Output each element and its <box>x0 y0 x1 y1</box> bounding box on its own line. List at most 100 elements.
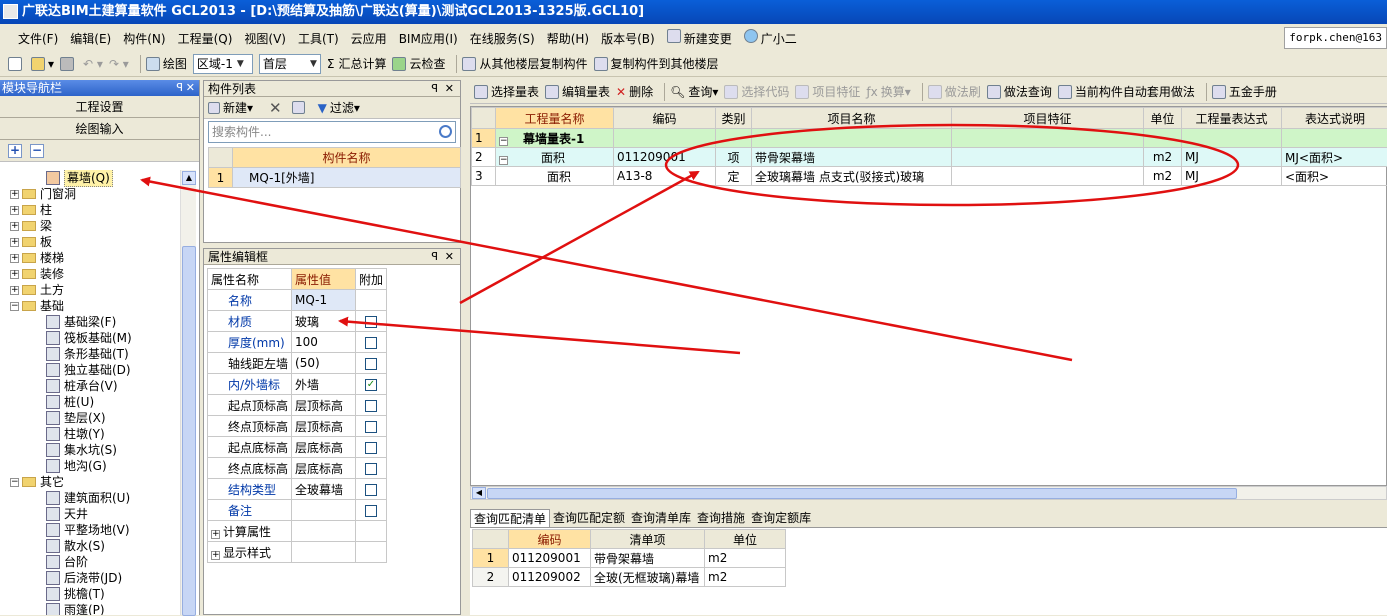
select-code-button[interactable]: 选择代码 <box>724 82 789 102</box>
cell-name[interactable]: −面积 <box>496 148 614 167</box>
edit-qty-button[interactable]: 编辑量表 <box>545 82 610 102</box>
tree-folder[interactable]: +柱 <box>10 202 52 218</box>
tree-item[interactable]: 垫层(X) <box>46 410 106 426</box>
table-row[interactable]: 1 MQ-1[外墙] <box>209 168 461 188</box>
property-value[interactable]: MQ-1 <box>292 290 356 311</box>
filter-button[interactable]: ▼过滤▾ <box>318 98 360 118</box>
component-name[interactable]: MQ-1[外墙] <box>233 168 461 188</box>
cell-unit[interactable]: m2 <box>705 568 786 587</box>
property-row[interactable]: 终点顶标高层顶标高 <box>208 416 387 437</box>
property-row[interactable]: 名称MQ-1 <box>208 290 387 311</box>
expand-all-icon[interactable]: + <box>8 144 22 158</box>
expand-icon[interactable]: + <box>10 286 19 295</box>
property-value[interactable]: 层顶标高 <box>292 416 356 437</box>
menu-edit[interactable]: 编辑(E) <box>64 30 117 47</box>
menu-version[interactable]: 版本号(B) <box>595 30 661 47</box>
cell-feature[interactable] <box>952 167 1144 186</box>
checkbox[interactable] <box>365 316 377 328</box>
checkbox[interactable] <box>365 484 377 496</box>
method-query-button[interactable]: 做法查询 <box>987 82 1052 102</box>
property-value[interactable]: 层顶标高 <box>292 395 356 416</box>
expand-icon[interactable]: + <box>10 206 19 215</box>
scroll-thumb[interactable] <box>487 488 1237 499</box>
tree-item[interactable]: 独立基础(D) <box>46 362 131 378</box>
property-value[interactable]: 全玻幕墙 <box>292 479 356 500</box>
cell-expr[interactable]: MJ <box>1182 148 1282 167</box>
search-icon[interactable] <box>439 125 452 138</box>
draw-button[interactable]: 绘图 <box>146 54 187 74</box>
tree-item[interactable]: 台阶 <box>46 554 88 570</box>
tree-folder[interactable]: +土方 <box>10 282 64 298</box>
column-header[interactable]: 编码 <box>614 108 716 129</box>
checkbox[interactable]: ✓ <box>365 379 377 391</box>
user-account[interactable]: forpk.chen@163 <box>1284 27 1387 49</box>
tree-item[interactable]: 地沟(G) <box>46 458 107 474</box>
close-icon[interactable]: ✕ <box>445 81 454 97</box>
cell-code[interactable] <box>614 129 716 148</box>
drawing-input-button[interactable]: 绘图输入 <box>0 118 199 140</box>
menu-quantity[interactable]: 工程量(Q) <box>172 30 239 47</box>
menu-file[interactable]: 文件(F) <box>12 30 64 47</box>
delete-button[interactable]: ✕删除 <box>616 82 653 102</box>
column-header[interactable]: 类别 <box>716 108 752 129</box>
table-row[interactable]: 1011209001带骨架幕墙m2 <box>473 549 786 568</box>
property-value[interactable]: 玻璃 <box>292 311 356 332</box>
property-row[interactable]: 内/外墙标外墙✓ <box>208 374 387 395</box>
menu-help[interactable]: 帮助(H) <box>541 30 595 47</box>
tab-list-library[interactable]: 查询清单库 <box>628 509 694 527</box>
collapse-icon[interactable]: − <box>499 156 508 165</box>
property-value[interactable]: 层底标高 <box>292 437 356 458</box>
property-group-row[interactable]: +显示样式 <box>208 542 387 563</box>
cell-type[interactable]: 项 <box>716 148 752 167</box>
column-header[interactable]: 表达式说明 <box>1282 108 1387 129</box>
property-value[interactable]: 层底标高 <box>292 458 356 479</box>
menu-new-change[interactable]: 新建变更 <box>661 29 738 47</box>
select-qty-button[interactable]: 选择量表 <box>474 82 539 102</box>
tree-item[interactable]: 后浇带(JD) <box>46 570 122 586</box>
column-header[interactable]: 构件名称 <box>233 148 461 168</box>
tab-match-quota[interactable]: 查询匹配定额 <box>550 509 628 527</box>
property-value[interactable] <box>292 500 356 521</box>
cell-code[interactable]: 011209001 <box>614 148 716 167</box>
close-icon[interactable]: ✕ <box>186 80 195 96</box>
column-header[interactable]: 单位 <box>705 530 786 549</box>
horizontal-scrollbar[interactable]: ◀ <box>470 486 1387 500</box>
menu-cloud[interactable]: 云应用 <box>345 30 393 47</box>
checkbox[interactable] <box>365 358 377 370</box>
cell-code[interactable]: A13-8 <box>614 167 716 186</box>
tree-item[interactable]: 桩(U) <box>46 394 94 410</box>
property-group[interactable]: +计算属性 <box>208 521 292 542</box>
expand-icon[interactable]: + <box>10 222 19 231</box>
property-row[interactable]: 轴线距左墙(50) <box>208 353 387 374</box>
expand-icon[interactable]: + <box>10 238 19 247</box>
tree-folder[interactable]: −其它 <box>10 474 64 490</box>
property-group-row[interactable]: +计算属性 <box>208 521 387 542</box>
collapse-all-icon[interactable]: − <box>30 144 44 158</box>
cell-expr[interactable] <box>1182 129 1282 148</box>
column-header[interactable]: 项目名称 <box>752 108 952 129</box>
column-header[interactable]: 项目特征 <box>952 108 1144 129</box>
item-feature-button[interactable]: 项目特征 <box>795 82 860 102</box>
cell-item[interactable]: 带骨架幕墙 <box>752 148 952 167</box>
cell-feature[interactable] <box>952 129 1144 148</box>
undo-button[interactable]: ↶ ▾ <box>83 54 103 74</box>
property-value[interactable]: 100 <box>292 332 356 353</box>
checkbox[interactable] <box>365 400 377 412</box>
area-select[interactable]: 区域-1▼ <box>193 54 253 74</box>
tree-item[interactable]: 基础梁(F) <box>46 314 116 330</box>
column-header[interactable]: 单位 <box>1144 108 1182 129</box>
cell-desc[interactable]: MJ<面积> <box>1282 148 1387 167</box>
expand-icon[interactable]: + <box>10 254 19 263</box>
tree-folder[interactable]: +楼梯 <box>10 250 64 266</box>
tree-item[interactable]: 天井 <box>46 506 88 522</box>
property-row[interactable]: 材质玻璃 <box>208 311 387 332</box>
project-settings-button[interactable]: 工程设置 <box>0 96 199 118</box>
new-file-button[interactable] <box>8 54 25 74</box>
delete-icon[interactable]: ✕ <box>269 99 282 117</box>
query-button[interactable]: 🔍︎查询▾ <box>670 82 718 102</box>
tree-folder[interactable]: +门窗洞 <box>10 186 76 202</box>
scroll-left-icon[interactable]: ◀ <box>472 487 486 499</box>
menu-bim[interactable]: BIM应用(I) <box>393 30 464 47</box>
cell-unit[interactable] <box>1144 129 1182 148</box>
convert-button[interactable]: ƒx换算▾ <box>866 82 910 102</box>
